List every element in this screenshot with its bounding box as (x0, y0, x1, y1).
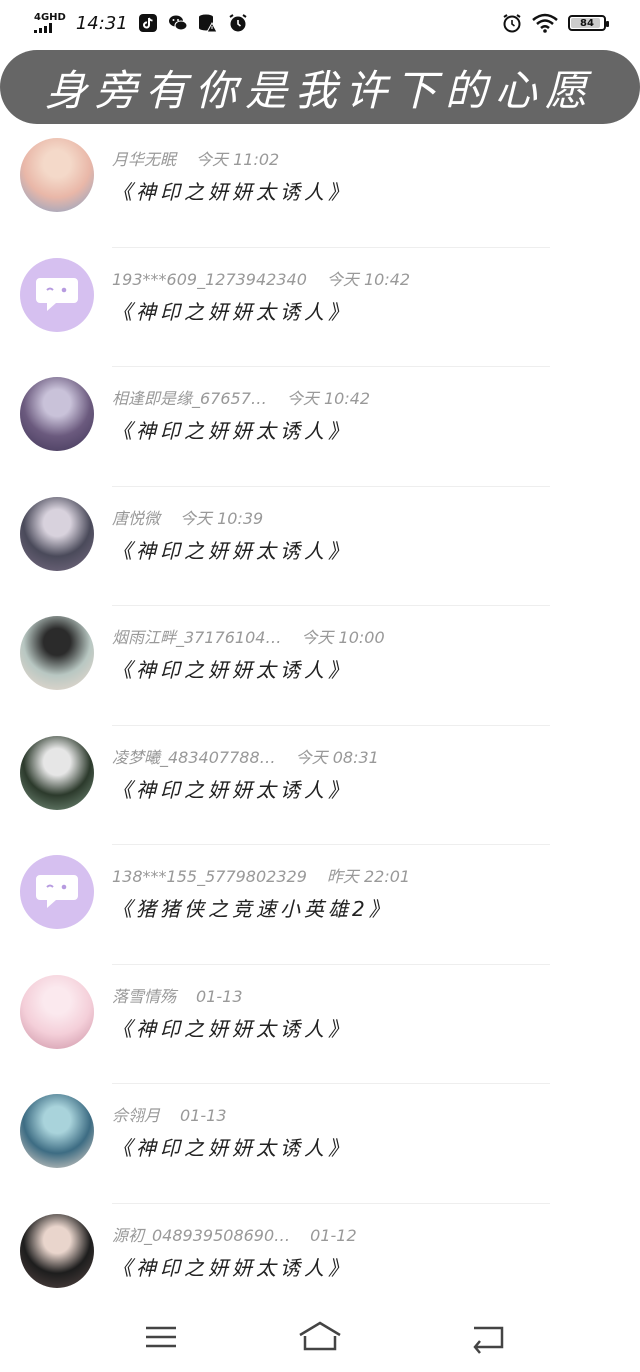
network-indicator: 4GHD (34, 13, 66, 33)
screen: 4GHD 14:31 84 身旁有你是我许下的心愿 月华无眠 今天 11:02 … (0, 0, 640, 1372)
wifi-icon (532, 13, 558, 33)
sender-name: 佘翎月 (112, 1106, 161, 1125)
game-title: 《神印之妍妍太诱人》 (112, 299, 352, 324)
sender-name: 源初_048939508690… (112, 1225, 291, 1245)
sender-name: 相逢即是缘_67657… (112, 389, 267, 408)
home-icon[interactable] (297, 1320, 343, 1354)
avatar[interactable] (20, 496, 94, 571)
sender-name: 138***155_5779802329 (112, 867, 307, 886)
message-time: 01-13 (196, 986, 243, 1006)
avatar[interactable] (20, 377, 94, 451)
chat-avatar-icon[interactable] (20, 855, 94, 929)
message-row[interactable]: 相逢即是缘_67657… 今天 10:42 《神印之妍妍太诱人》 (0, 367, 640, 487)
game-title: 《神印之妍妍太诱人》 (112, 1136, 352, 1160)
avatar[interactable] (20, 735, 94, 810)
sender-meta: 193***609_1273942340 今天 10:42 (112, 266, 410, 290)
message-time: 今天 10:00 (301, 628, 385, 647)
sender-name: 月华无眠 (112, 150, 177, 169)
page-title: 身旁有你是我许下的心愿 (0, 50, 640, 124)
status-left: 4GHD 14:31 (34, 13, 248, 34)
message-row[interactable]: 193***609_1273942340 今天 10:42 《神印之妍妍太诱人》 (0, 248, 640, 367)
message-row[interactable]: 凌梦曦_483407788… 今天 08:31 《神印之妍妍太诱人》 (0, 726, 640, 845)
avatar[interactable] (20, 616, 94, 690)
network-label: 4GHD (34, 12, 66, 23)
message-row[interactable]: 落雪情殇 01-13 《神印之妍妍太诱人》 (0, 965, 640, 1084)
message-time: 今天 10:39 (180, 508, 264, 528)
message-time: 昨天 22:01 (326, 867, 411, 886)
message-row[interactable]: 烟雨江畔_37176104… 今天 10:00 《神印之妍妍太诱人》 (0, 606, 640, 726)
battery-icon: 84 (568, 15, 609, 31)
alarm-icon (503, 14, 521, 33)
avatar[interactable] (20, 1094, 94, 1168)
wechat-icon (168, 15, 188, 31)
sender-meta: 月华无眠 今天 11:02 (112, 146, 279, 170)
sender-meta: 相逢即是缘_67657… 今天 10:42 (112, 385, 370, 409)
game-title: 《神印之妍妍太诱人》 (112, 419, 352, 443)
status-right: 84 (502, 13, 609, 33)
message-time: 01-12 (310, 1225, 357, 1245)
storage-warning-icon (198, 14, 218, 33)
status-bar: 4GHD 14:31 84 (0, 0, 640, 46)
sender-meta: 凌梦曦_483407788… 今天 08:31 (112, 744, 379, 768)
message-row[interactable]: 138***155_5779802329 昨天 22:01 《猪猪侠之竞速小英雄2》 (0, 845, 640, 965)
sender-meta: 138***155_5779802329 昨天 22:01 (112, 863, 410, 887)
sender-meta: 落雪情殇 01-13 (112, 983, 243, 1007)
sender-meta: 烟雨江畔_37176104… 今天 10:00 (112, 624, 385, 648)
sender-name: 烟雨江畔_37176104… (112, 628, 282, 647)
header: ‹ 身旁有你是我许下的心愿 (0, 46, 640, 128)
message-row[interactable]: 佘翎月 01-13 《神印之妍妍太诱人》 (0, 1084, 640, 1204)
sender-name: 193***609_1273942340 (112, 269, 307, 289)
message-row[interactable]: 月华无眠 今天 11:02 《神印之妍妍太诱人》 (0, 128, 640, 248)
sender-name: 落雪情殇 (112, 986, 177, 1006)
avatar[interactable] (20, 1213, 94, 1288)
message-time: 今天 10:42 (326, 269, 411, 289)
sender-name: 唐悦微 (112, 508, 161, 528)
battery-level: 84 (580, 17, 594, 29)
message-time: 今天 08:31 (295, 747, 379, 767)
message-row[interactable]: 唐悦微 今天 10:39 《神印之妍妍太诱人》 (0, 487, 640, 606)
signal-icon (34, 23, 66, 33)
message-time: 01-13 (180, 1106, 227, 1125)
game-title: 《神印之妍妍太诱人》 (112, 1255, 352, 1280)
sender-meta: 唐悦微 今天 10:39 (112, 505, 263, 529)
menu-icon[interactable] (138, 1320, 184, 1354)
game-title: 《神印之妍妍太诱人》 (112, 658, 352, 682)
navigation-bar (0, 1302, 640, 1372)
message-time: 今天 10:42 (286, 389, 371, 408)
game-title: 《神印之妍妍太诱人》 (112, 777, 352, 802)
sender-name: 凌梦曦_483407788… (112, 747, 276, 767)
sender-meta: 源初_048939508690… 01-12 (112, 1222, 357, 1246)
sender-meta: 佘翎月 01-13 (112, 1102, 227, 1126)
avatar[interactable] (20, 974, 94, 1049)
status-time: 14:31 (75, 12, 128, 34)
game-title: 《神印之妍妍太诱人》 (112, 1016, 352, 1041)
message-time: 今天 11:02 (196, 150, 280, 169)
tiktok-icon (138, 14, 157, 32)
game-title: 《猪猪侠之竞速小英雄2》 (112, 897, 393, 921)
game-title: 《神印之妍妍太诱人》 (112, 538, 352, 563)
alarm-icon (229, 14, 247, 32)
chat-avatar-icon[interactable] (20, 257, 94, 332)
game-title: 《神印之妍妍太诱人》 (112, 180, 352, 204)
message-list: 月华无眠 今天 11:02 《神印之妍妍太诱人》 193***609_12739423… (0, 128, 640, 1323)
avatar[interactable] (20, 138, 94, 212)
back-icon[interactable] (466, 1320, 512, 1354)
